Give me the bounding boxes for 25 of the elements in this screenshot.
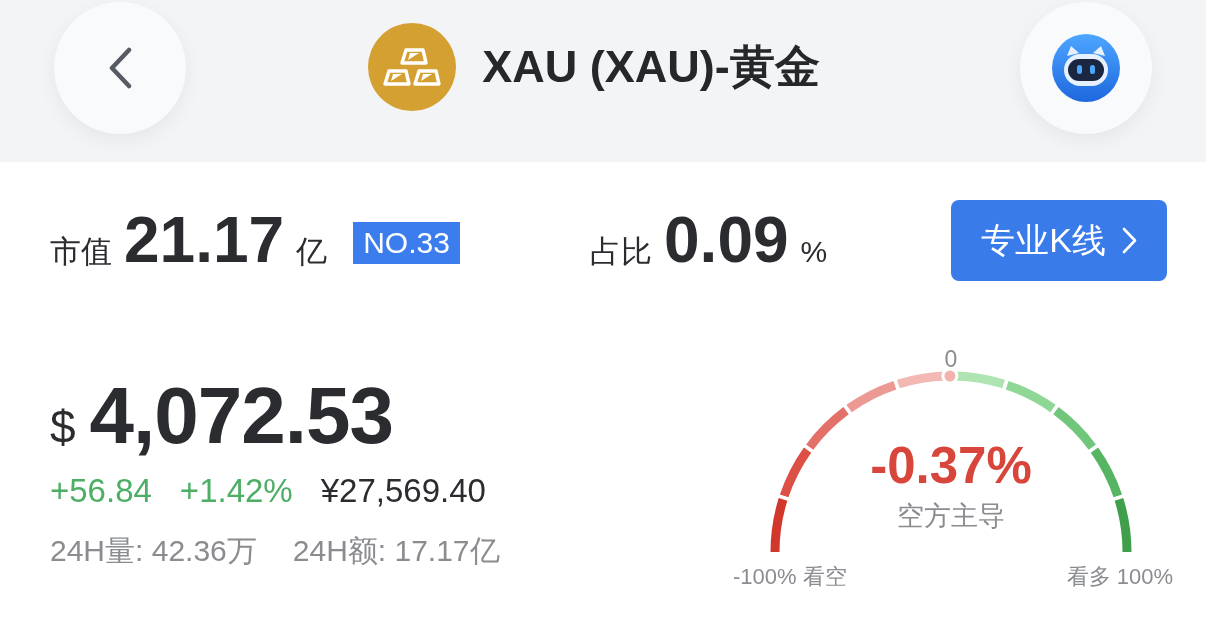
robot-icon xyxy=(1052,34,1120,102)
ingot-stack-icon xyxy=(368,23,457,111)
sentiment-caption: 空方主导 xyxy=(897,503,1005,530)
share-value: 0.09 xyxy=(664,208,789,272)
share-unit: % xyxy=(800,235,828,269)
price-value: 4,072.53 xyxy=(89,376,393,456)
cny-price: ¥27,569.40 xyxy=(320,472,486,510)
market-cap-label: 市值 xyxy=(50,233,112,271)
page-title: XAU (XAU)-黄金 xyxy=(482,40,820,94)
pro-kline-button[interactable]: 专业K线 xyxy=(951,200,1167,281)
currency-symbol: $ xyxy=(50,400,76,454)
chevron-right-icon xyxy=(1121,227,1137,254)
rank-badge: NO.33 xyxy=(353,221,460,264)
volume-stat: 24H量: 42.36万 xyxy=(50,533,257,569)
gauge-min-label: -100% 看空 xyxy=(733,566,847,588)
price-change-percent: +1.42% xyxy=(179,472,293,510)
share-label: 占比 xyxy=(590,233,652,271)
gauge-max-label: 看多 100% xyxy=(1066,566,1173,588)
sentiment-value: -0.37% xyxy=(870,440,1032,491)
market-cap-value: 21.17 xyxy=(124,208,285,272)
gauge-center-label: 0 xyxy=(944,348,958,371)
price-change: +56.84 xyxy=(50,472,152,510)
market-cap-unit: 亿 xyxy=(296,233,328,271)
back-chevron-icon xyxy=(107,47,133,89)
volume-stat: 24H额: 17.17亿 xyxy=(292,533,500,569)
